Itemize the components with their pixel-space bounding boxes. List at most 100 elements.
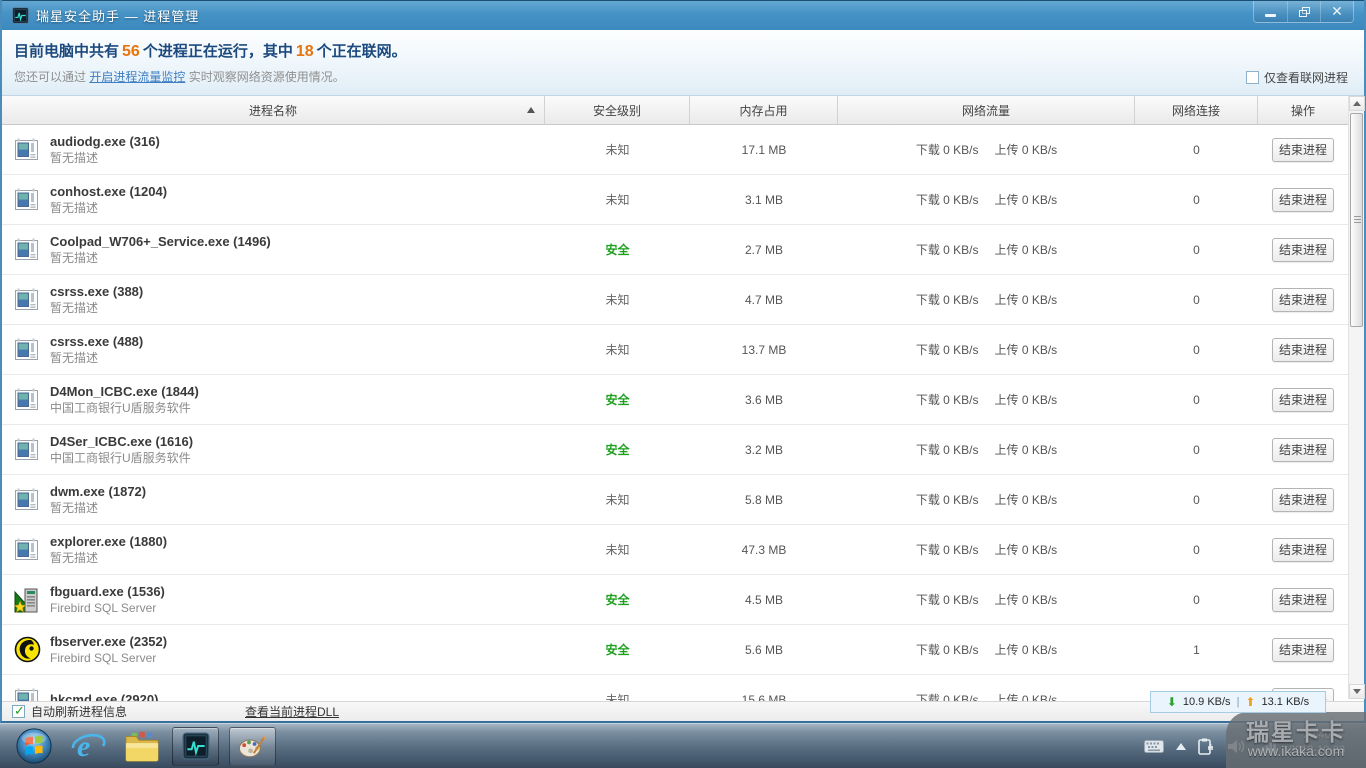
process-name: Coolpad_W706+_Service.exe (1496) (50, 234, 271, 249)
memory-usage: 3.6 MB (744, 392, 783, 407)
process-description: Firebird SQL Server (50, 651, 157, 665)
network-traffic-cell: 下载 0 KB/s 上传 0 KB/s (838, 375, 1135, 424)
network-connections: 0 (1193, 492, 1200, 507)
download-speed-value: 下载 0 KB/s (915, 293, 979, 307)
titlebar[interactable]: 瑞星安全助手 — 进程管理 ✕ (2, 0, 1364, 30)
sort-ascending-icon (527, 107, 535, 113)
column-header-process-name[interactable]: 进程名称 (2, 96, 545, 124)
scroll-down-button[interactable] (1349, 684, 1365, 699)
process-name-cell: dwm.exe (1872) 暂无描述 (2, 475, 545, 524)
upload-speed-value: 上传 0 KB/s (994, 543, 1058, 557)
start-button[interactable] (14, 726, 54, 766)
process-row: fbguard.exe (1536) Firebird SQL Server 安… (2, 575, 1348, 625)
network-connections: 0 (1193, 192, 1200, 207)
security-level: 安全 (605, 443, 630, 457)
process-name-cell: fbguard.exe (1536) Firebird SQL Server (2, 575, 545, 624)
process-name-cell: D4Mon_ICBC.exe (1844) 中国工商银行U盾服务软件 (2, 375, 545, 424)
download-speed-value: 下载 0 KB/s (915, 543, 979, 557)
end-process-button[interactable]: 结束进程 (1272, 637, 1334, 662)
end-process-button[interactable]: 结束进程 (1272, 137, 1334, 162)
action-cell: 结束进程 (1258, 575, 1348, 624)
upload-speed-value: 上传 0 KB/s (994, 493, 1058, 507)
column-header-memory[interactable]: 内存占用 (690, 96, 838, 124)
traffic-monitor-link[interactable]: 开启进程流量监控 (89, 70, 185, 84)
column-header-network-connections[interactable]: 网络连接 (1135, 96, 1258, 124)
end-process-button[interactable]: 结束进程 (1272, 587, 1334, 612)
security-level-cell: 安全 (545, 375, 690, 424)
end-process-button[interactable]: 结束进程 (1272, 437, 1334, 462)
process-name: D4Ser_ICBC.exe (1616) (50, 434, 194, 449)
end-process-button[interactable]: 结束进程 (1272, 337, 1334, 362)
process-name-cell: csrss.exe (388) 暂无描述 (2, 275, 545, 324)
process-icon (13, 586, 41, 613)
end-process-button[interactable]: 结束进程 (1272, 287, 1334, 312)
column-header-action[interactable]: 操作 (1258, 96, 1348, 124)
online-only-checkbox[interactable] (1245, 71, 1259, 84)
close-button[interactable]: ✕ (1320, 1, 1353, 22)
scrollbar-thumb[interactable] (1350, 113, 1363, 327)
upload-arrow-icon: ⬆ (1245, 695, 1256, 709)
end-process-button[interactable]: 结束进程 (1272, 237, 1334, 262)
internet-explorer-icon[interactable]: e (68, 726, 108, 766)
minimize-button[interactable] (1254, 1, 1287, 22)
keyboard-icon[interactable] (1144, 740, 1164, 753)
upload-speed-value: 上传 0 KB/s (994, 593, 1058, 607)
process-name-cell: conhost.exe (1204) 暂无描述 (2, 175, 545, 224)
column-header-security-level[interactable]: 安全级别 (545, 96, 690, 124)
download-speed-value: 下载 0 KB/s (915, 343, 979, 357)
network-traffic-cell: 下载 0 KB/s 上传 0 KB/s (838, 175, 1135, 224)
summary-line: 目前电脑中共有 56 个进程正在运行，其中 18 个正在联网。 (14, 43, 407, 60)
process-name: D4Mon_ICBC.exe (1844) (50, 384, 199, 399)
end-process-button[interactable]: 结束进程 (1272, 187, 1334, 212)
upload-speed-value: 上传 0 KB/s (994, 343, 1058, 357)
tip-line: 您还可以通过 开启进程流量监控 实时观察网络资源使用情况。 (14, 70, 345, 84)
security-level: 未知 (605, 143, 630, 157)
process-description: 暂无描述 (50, 201, 99, 215)
security-level-cell: 未知 (545, 525, 690, 574)
process-name: csrss.exe (388) (50, 284, 144, 299)
scrollbar-grip-icon (1354, 216, 1361, 224)
process-icon (14, 136, 41, 163)
download-speed-value: 下载 0 KB/s (915, 393, 979, 407)
end-process-button[interactable]: 结束进程 (1272, 387, 1334, 412)
action-cell: 结束进程 (1258, 375, 1348, 424)
vertical-scrollbar[interactable] (1348, 96, 1365, 699)
security-level-cell: 安全 (545, 625, 690, 674)
download-speed-value: 下载 0 KB/s (915, 593, 979, 607)
process-count: 56 (122, 43, 140, 60)
auto-refresh-checkbox[interactable] (12, 703, 25, 719)
memory-usage: 17.1 MB (741, 142, 787, 157)
column-header-network-traffic[interactable]: 网络流量 (838, 96, 1135, 124)
process-row: D4Ser_ICBC.exe (1616) 中国工商银行U盾服务软件 安全 3.… (2, 425, 1348, 475)
scroll-up-button[interactable] (1349, 96, 1365, 111)
end-process-button[interactable]: 结束进程 (1272, 487, 1334, 512)
process-row: csrss.exe (488) 暂无描述 未知 13.7 MB 下载 0 KB/… (2, 325, 1348, 375)
paint-taskbar-button[interactable] (229, 726, 276, 766)
security-level-cell: 安全 (545, 425, 690, 474)
window-title: 瑞星安全助手 — 进程管理 (36, 9, 200, 24)
view-dll-link[interactable]: 查看当前进程DLL (245, 703, 339, 720)
windows-explorer-icon[interactable] (122, 726, 162, 766)
show-hidden-icons[interactable] (1176, 743, 1186, 750)
scroll-up-icon (1353, 101, 1361, 106)
process-name: fbserver.exe (2352) (50, 634, 168, 649)
action-cell: 结束进程 (1258, 325, 1348, 374)
network-traffic-cell: 下载 0 KB/s 上传 0 KB/s (838, 325, 1135, 374)
memory-usage: 2.7 MB (744, 242, 783, 257)
download-speed: 10.9 KB/s (1182, 696, 1231, 708)
process-monitor-taskbar-button[interactable] (172, 726, 219, 766)
process-description: 暂无描述 (50, 551, 99, 565)
removable-device-icon[interactable] (1198, 738, 1216, 756)
process-name-cell: hkcmd.exe (2920) (2, 675, 545, 703)
security-level-cell: 安全 (545, 575, 690, 624)
restore-button[interactable] (1287, 1, 1320, 22)
process-description: 暂无描述 (50, 251, 99, 265)
online-only-filter[interactable]: 仅查看联网进程 (1245, 69, 1348, 86)
process-row: Coolpad_W706+_Service.exe (1496) 暂无描述 安全… (2, 225, 1348, 275)
process-description: 暂无描述 (50, 501, 99, 515)
auto-refresh-label: 自动刷新进程信息 (31, 705, 128, 719)
network-traffic-cell: 下载 0 KB/s 上传 0 KB/s (838, 275, 1135, 324)
end-process-button[interactable]: 结束进程 (1272, 537, 1334, 562)
action-cell: 结束进程 (1258, 225, 1348, 274)
network-traffic-cell: 下载 0 KB/s 上传 0 KB/s (838, 125, 1135, 174)
